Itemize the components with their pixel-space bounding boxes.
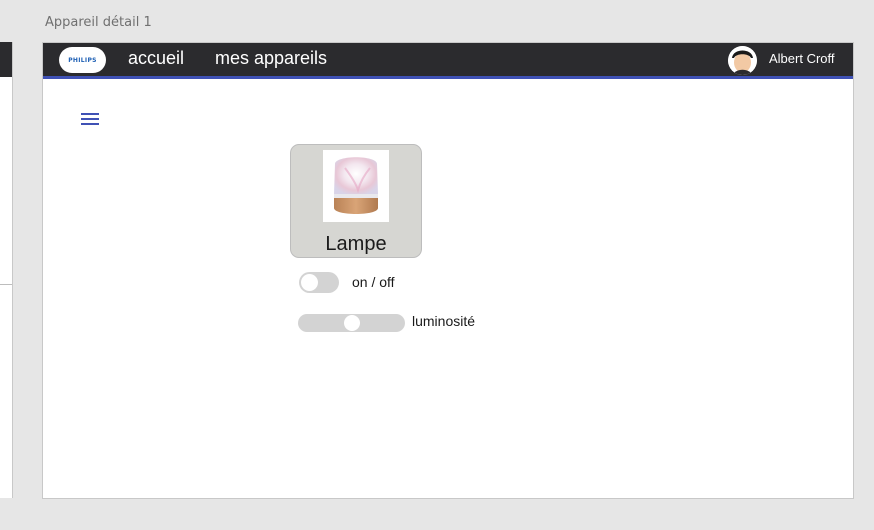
nav-link-my-devices[interactable]: mes appareils [215,48,327,69]
device-name: Lampe [325,233,387,255]
adjacent-artboard-header [0,42,12,77]
user-avatar-icon[interactable] [728,46,757,75]
user-name[interactable]: Albert Croff [769,51,835,66]
device-card[interactable]: Lampe [290,144,422,258]
power-toggle-knob [301,274,318,291]
artboard-title: Appareil détail 1 [45,15,152,30]
brightness-slider[interactable] [298,314,405,332]
device-detail-frame: PHILIPS accueil mes appareils Albert Cro… [42,42,854,499]
adjacent-artboard [0,42,13,498]
adjacent-artboard-divider [0,284,12,285]
lamp-icon [323,150,389,222]
brightness-slider-thumb[interactable] [343,315,360,331]
brightness-label: luminosité [412,313,476,329]
nav-link-home[interactable]: accueil [128,48,184,69]
hamburger-menu-icon[interactable] [81,113,101,127]
power-toggle-label: on / off [352,274,395,290]
power-toggle[interactable] [299,272,339,293]
philips-logo[interactable]: PHILIPS [59,47,106,73]
top-navigation-bar: PHILIPS accueil mes appareils Albert Cro… [43,43,853,79]
